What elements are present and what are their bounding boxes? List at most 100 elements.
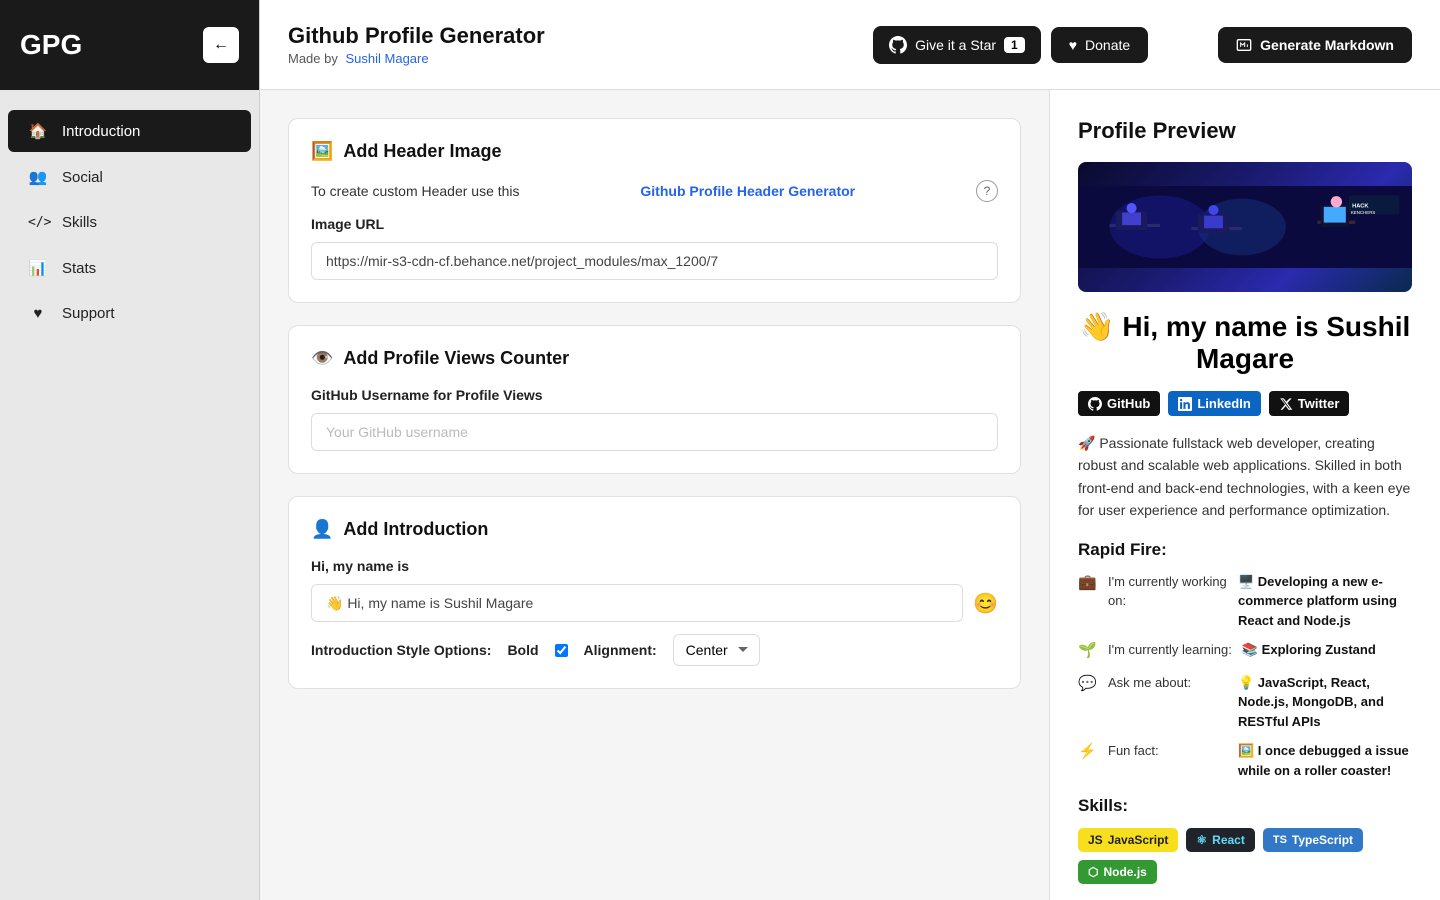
skills-icon: </> (28, 215, 48, 230)
profile-views-section: 👁️ Add Profile Views Counter GitHub User… (288, 325, 1021, 474)
sidebar-nav: 🏠 Introduction 👥 Social </> Skills 📊 Sta… (0, 90, 259, 354)
skills-row: JS JavaScript ⚛ React TS TypeScript ⬡ No… (1078, 828, 1412, 884)
header-image-title: 🖼️ Add Header Image (311, 141, 998, 162)
topbar: Github Profile Generator Made by Sushil … (260, 0, 1440, 90)
header-helper-row: To create custom Header use this Github … (311, 180, 998, 202)
sidebar-item-label: Introduction (62, 123, 140, 140)
sidebar-logo: GPG (20, 29, 82, 61)
social-icon: 👥 (28, 168, 48, 186)
topbar-subtitle: Made by Sushil Magare (288, 51, 857, 66)
image-url-input[interactable] (311, 242, 998, 280)
github-username-input[interactable] (311, 413, 998, 451)
skill-ts: TS TypeScript (1263, 828, 1363, 852)
twitter-badge-icon (1279, 397, 1293, 411)
introduction-section: 👤 Add Introduction Hi, my name is 😊 Intr… (288, 496, 1021, 689)
introduction-title: 👤 Add Introduction (311, 519, 998, 540)
preview-bio: 🚀 Passionate fullstack web developer, cr… (1078, 432, 1412, 522)
profile-views-title: 👁️ Add Profile Views Counter (311, 348, 998, 369)
js-label: JavaScript (1108, 833, 1169, 847)
page-title: Github Profile Generator (288, 23, 857, 49)
work-value: 🖥️ Developing a new e-commerce platform … (1238, 572, 1412, 631)
markdown-icon (1236, 37, 1252, 53)
rapid-fire-row-4: ⚡ Fun fact: 🖼️ I once debugged a issue w… (1078, 741, 1412, 780)
sidebar-item-skills[interactable]: </> Skills (8, 202, 251, 243)
react-label: React (1212, 833, 1245, 847)
askme-icon: 💬 (1078, 673, 1098, 696)
donate-button[interactable]: ♥ Donate (1051, 27, 1148, 63)
back-button[interactable]: ← (203, 27, 239, 63)
star-count: 1 (1004, 37, 1025, 53)
rapid-fire-title: Rapid Fire: (1078, 540, 1412, 560)
rapid-fire-row-3: 💬 Ask me about: 💡 JavaScript, React, Nod… (1078, 673, 1412, 732)
node-icon: ⬡ (1088, 865, 1098, 879)
funfact-value: 🖼️ I once debugged a issue while on a ro… (1238, 741, 1412, 780)
intro-name-input[interactable] (311, 584, 963, 622)
rapid-fire-row-1: 💼 I'm currently working on: 🖥️ Developin… (1078, 572, 1412, 631)
donate-label: Donate (1085, 37, 1130, 53)
rapid-fire-list: 💼 I'm currently working on: 🖥️ Developin… (1078, 572, 1412, 781)
bold-checkbox[interactable] (555, 644, 568, 657)
sidebar-item-support[interactable]: ♥ Support (8, 293, 251, 334)
sidebar-header: GPG ← (0, 0, 259, 90)
generate-markdown-button[interactable]: Generate Markdown (1218, 27, 1412, 63)
github-star-button[interactable]: Give it a Star 1 (873, 26, 1041, 64)
header-helper-text: To create custom Header use this (311, 183, 520, 199)
linkedin-badge: LinkedIn (1168, 391, 1260, 416)
alignment-select[interactable]: Left Center Right (673, 634, 760, 666)
emoji-picker-button[interactable]: 😊 (973, 591, 998, 616)
image-url-field: Image URL (311, 216, 998, 280)
intro-section-icon: 👤 (311, 519, 333, 540)
skill-react: ⚛ React (1186, 828, 1254, 852)
funfact-icon: ⚡ (1078, 741, 1098, 764)
linkedin-badge-label: LinkedIn (1197, 396, 1250, 411)
skills-title: Skills: (1078, 796, 1412, 816)
github-badge-label: GitHub (1107, 396, 1150, 411)
preview-panel: Profile Preview (1050, 90, 1440, 900)
sidebar-item-social[interactable]: 👥 Social (8, 156, 251, 198)
sidebar-item-label: Skills (62, 214, 97, 231)
sidebar-item-introduction[interactable]: 🏠 Introduction (8, 110, 251, 152)
banner-svg: HACK KENCHERS (1078, 162, 1412, 292)
made-by-label: Made by (288, 51, 338, 66)
work-label: I'm currently working on: (1108, 572, 1228, 611)
learning-label: I'm currently learning: (1108, 640, 1232, 660)
author-link[interactable]: Sushil Magare (346, 51, 429, 66)
askme-label: Ask me about: (1108, 673, 1228, 693)
preview-title: Profile Preview (1078, 118, 1412, 144)
svg-text:KENCHERS: KENCHERS (1351, 210, 1376, 215)
github-badge: GitHub (1078, 391, 1160, 416)
home-icon: 🏠 (28, 122, 48, 140)
name-field-label: Hi, my name is (311, 558, 998, 574)
generate-label: Generate Markdown (1260, 37, 1394, 53)
twitter-badge: Twitter (1269, 391, 1350, 416)
funfact-label: Fun fact: (1108, 741, 1228, 761)
sidebar: GPG ← 🏠 Introduction 👥 Social </> Skills… (0, 0, 260, 900)
help-icon[interactable]: ? (976, 180, 998, 202)
main-area: Github Profile Generator Made by Sushil … (260, 0, 1440, 900)
support-icon: ♥ (28, 305, 48, 322)
skill-node: ⬡ Node.js (1078, 860, 1157, 884)
header-image-section: 🖼️ Add Header Image To create custom Hea… (288, 118, 1021, 303)
content-area: 🖼️ Add Header Image To create custom Hea… (260, 90, 1440, 900)
views-section-icon: 👁️ (311, 348, 333, 369)
form-panel: 🖼️ Add Header Image To create custom Hea… (260, 90, 1050, 900)
github-star-label: Give it a Star (915, 37, 996, 53)
topbar-actions: Give it a Star 1 ♥ Donate Generate Markd… (873, 26, 1412, 64)
js-icon: JS (1088, 833, 1103, 847)
askme-value: 💡 JavaScript, React, Node.js, MongoDB, a… (1238, 673, 1412, 732)
heart-icon: ♥ (1069, 37, 1077, 53)
github-badge-icon (1088, 397, 1102, 411)
react-icon: ⚛ (1196, 833, 1207, 847)
image-section-icon: 🖼️ (311, 141, 333, 162)
svg-text:HACK: HACK (1352, 203, 1369, 209)
topbar-title-area: Github Profile Generator Made by Sushil … (288, 23, 857, 66)
sidebar-item-label: Stats (62, 260, 96, 277)
alignment-label: Alignment: (584, 642, 657, 658)
preview-greeting: 👋 Hi, my name is Sushil Magare (1078, 310, 1412, 375)
header-generator-link[interactable]: Github Profile Header Generator (640, 183, 855, 199)
sidebar-item-stats[interactable]: 📊 Stats (8, 247, 251, 289)
stats-icon: 📊 (28, 259, 48, 277)
intro-input-row: 😊 (311, 584, 998, 622)
learning-value: 📚 Exploring Zustand (1242, 640, 1376, 660)
preview-badges: GitHub LinkedIn Twitter (1078, 391, 1412, 416)
